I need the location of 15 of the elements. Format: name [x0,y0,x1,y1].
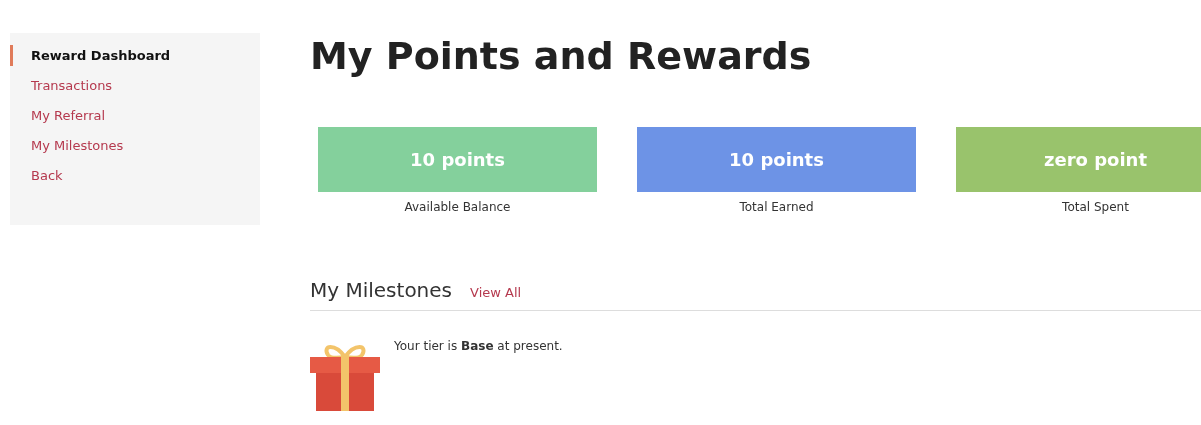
stat-value: zero point [1043,149,1147,170]
page-title: My Points and Rewards [310,33,813,79]
stat-value: 10 points [729,149,824,170]
stat-label: Total Earned [739,200,814,214]
sidebar-item[interactable]: My Milestones [10,135,260,156]
section-heading: My Milestones [310,278,453,302]
stat-value: 10 points [410,149,505,170]
sidebar-item[interactable]: Reward Dashboard [10,45,260,66]
view-all-link[interactable]: View All [470,285,522,300]
stat-label: Total Spent [1062,200,1129,214]
sidebar-item[interactable]: My Referral [10,105,260,126]
stat-label: Available Balance [404,200,511,214]
tier-message: Your tier is Base at present. [394,339,563,355]
sidebar-item[interactable]: Transactions [10,75,260,96]
sidebar-item[interactable]: Back [10,165,260,186]
